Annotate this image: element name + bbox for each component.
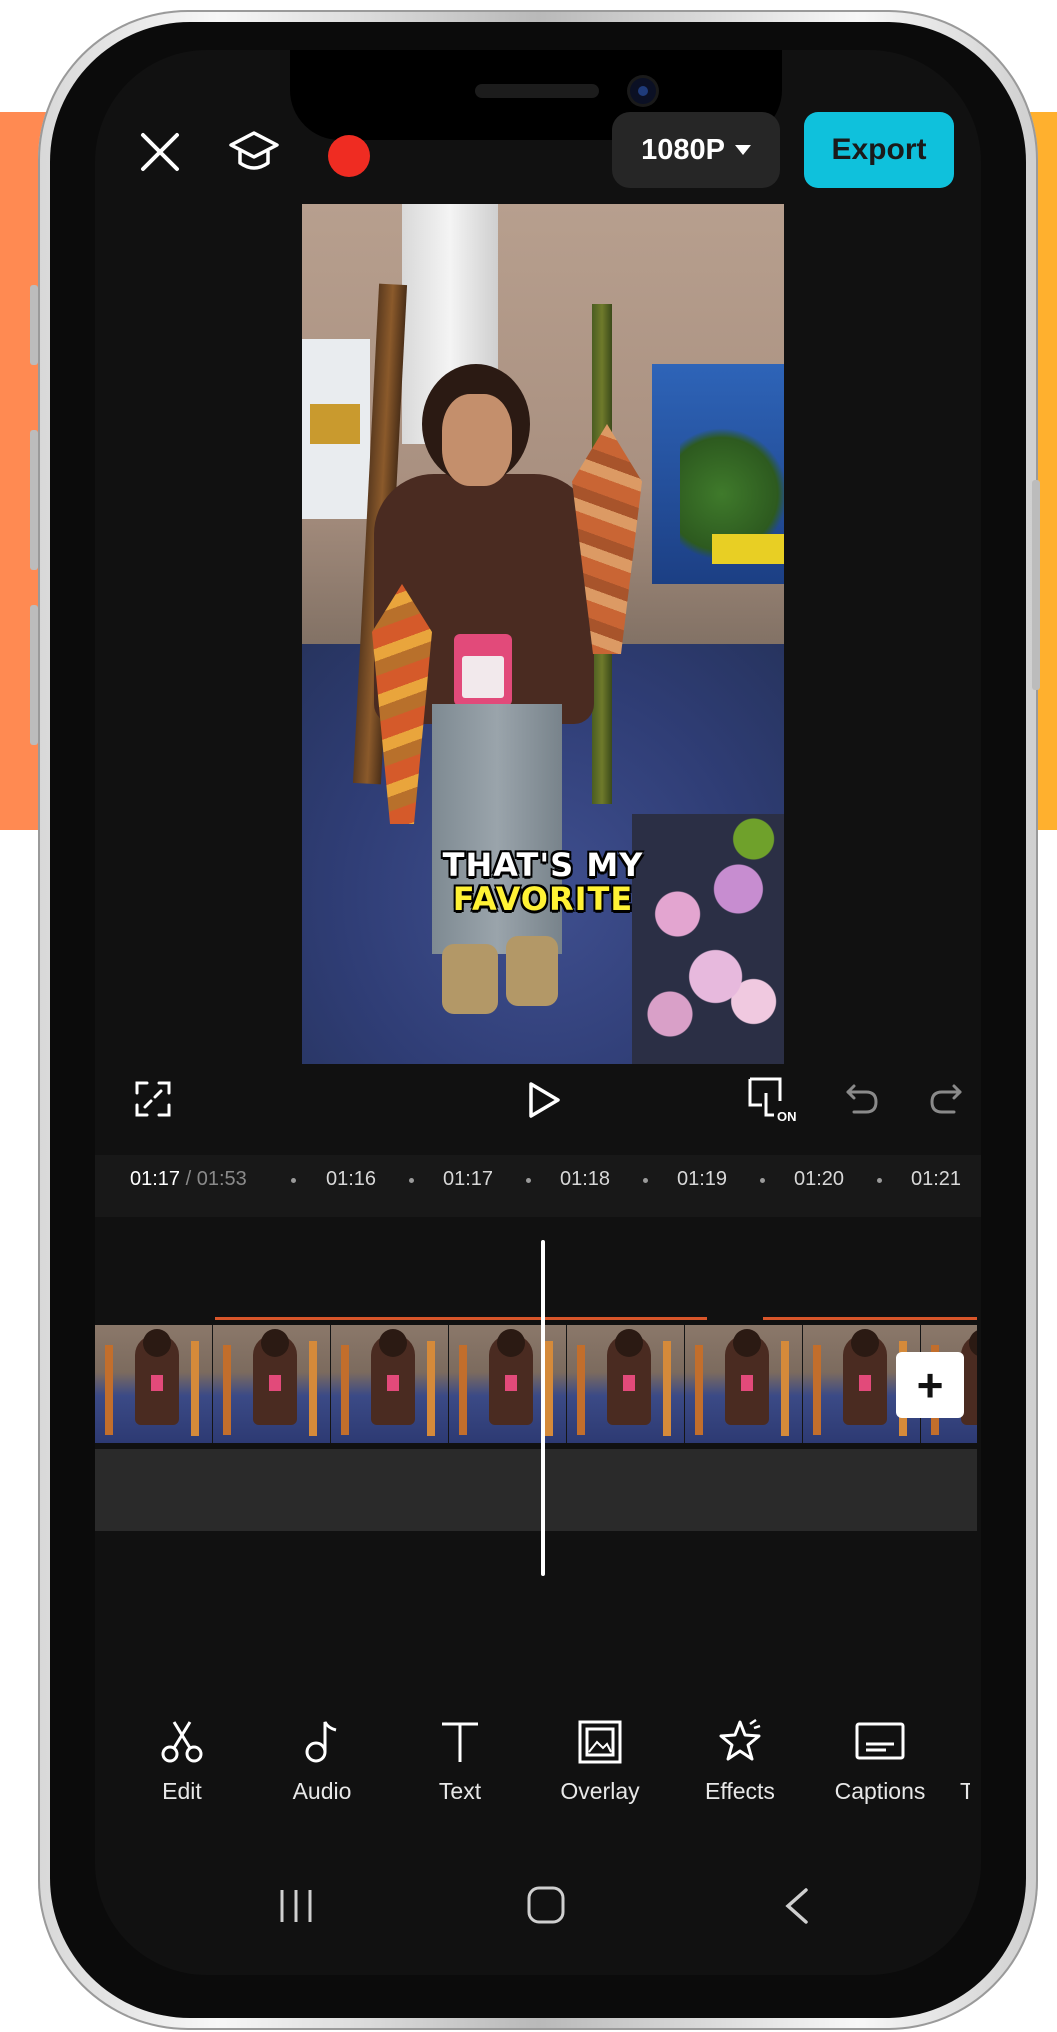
phone-volume-up-button [30,430,38,570]
undo-icon[interactable] [840,1078,884,1122]
timecode-display: 01:17 / 01:53 [130,1168,247,1191]
ruler-dot [760,1178,765,1183]
playhead[interactable] [541,1240,545,1576]
video-caption[interactable]: THAT'S MY FAVORITE [302,848,784,916]
tool-audio[interactable]: Audio [262,1718,382,1805]
overlay-icon [578,1720,622,1764]
home-icon[interactable] [526,1884,566,1931]
empty-track[interactable] [95,1449,977,1531]
preview-person-face [442,394,512,486]
music-note-icon [305,1721,337,1763]
current-time: 01:17 [130,1168,181,1190]
tool-label: T [960,1778,970,1804]
tool-truncated[interactable]: T [930,1718,970,1805]
audio-waveform-line [215,1317,707,1320]
resolution-selector[interactable]: 1080P [612,112,780,188]
scissors-icon [161,1721,203,1763]
tool-overlay[interactable]: Overlay [540,1718,660,1805]
close-icon[interactable] [134,126,186,178]
export-button[interactable]: Export [804,112,954,188]
tool-label: Effects [705,1778,775,1804]
ruler-dot [409,1178,414,1183]
captions-toggle-state: ON [777,1109,797,1124]
clip-thumbnail[interactable] [95,1325,213,1443]
tool-captions[interactable]: Captions [820,1718,940,1805]
effects-star-icon [719,1718,761,1761]
caret-down-icon [734,145,751,155]
tool-edit[interactable]: Edit [122,1718,242,1805]
ruler-dot [643,1178,648,1183]
preview-shoe-right [506,936,558,1006]
fullscreen-icon[interactable] [132,1078,174,1120]
ruler-dot [526,1178,531,1183]
ruler-tick-label: 01:21 [911,1168,962,1190]
recent-apps-icon[interactable] [276,1886,316,1931]
tool-label: Audio [292,1778,352,1804]
preview-lanyard-badge [454,634,512,706]
total-time: / 01:53 [185,1168,247,1190]
clip-thumbnail[interactable] [213,1325,331,1443]
ruler-tick-label: 01:19 [677,1168,728,1190]
add-clip-button[interactable]: + [896,1352,964,1418]
clip-thumbnail[interactable] [567,1325,685,1443]
phone-volume-down-button [30,605,38,745]
caption-line-2: FAVORITE [452,880,634,918]
preview-shoe-left [442,944,498,1014]
phone-mute-switch [30,285,38,365]
resolution-label: 1080P [641,133,725,166]
play-icon[interactable] [522,1078,566,1122]
ruler-tick-label: 01:18 [560,1168,611,1190]
clip-thumbnail[interactable] [685,1325,803,1443]
front-camera [630,78,656,104]
tool-label: Captions [834,1778,926,1804]
back-icon[interactable] [782,1886,812,1931]
ruler-tick-label: 01:17 [443,1168,494,1190]
tool-effects[interactable]: Effects [680,1718,800,1805]
clip-thumbnail[interactable] [449,1325,567,1443]
tool-label: Overlay [560,1778,640,1804]
video-preview[interactable]: THAT'S MY FAVORITE [302,204,784,1064]
ruler-tick-label: 01:16 [326,1168,377,1190]
text-icon [442,1722,478,1762]
tutorial-graduation-cap-icon[interactable] [224,124,284,180]
ruler-tick-label: 01:20 [794,1168,845,1190]
auto-captions-toggle-icon[interactable]: ON [742,1074,804,1126]
captions-icon [855,1722,905,1760]
tool-label: Edit [162,1778,202,1804]
tool-label: Text [438,1778,482,1804]
caption-line-1: THAT'S MY [442,846,644,884]
clip-thumbnail[interactable] [331,1325,449,1443]
redo-icon[interactable] [924,1078,968,1122]
phone-power-button [1032,480,1040,690]
tool-text[interactable]: Text [400,1718,520,1805]
record-indicator[interactable] [328,135,370,177]
audio-waveform-line [763,1317,977,1320]
ruler-dot [877,1178,882,1183]
ruler-dot [291,1178,296,1183]
preview-sign-image [310,404,360,444]
earpiece-speaker [475,84,599,98]
video-track[interactable] [95,1325,977,1443]
preview-yellow-display [712,534,784,564]
